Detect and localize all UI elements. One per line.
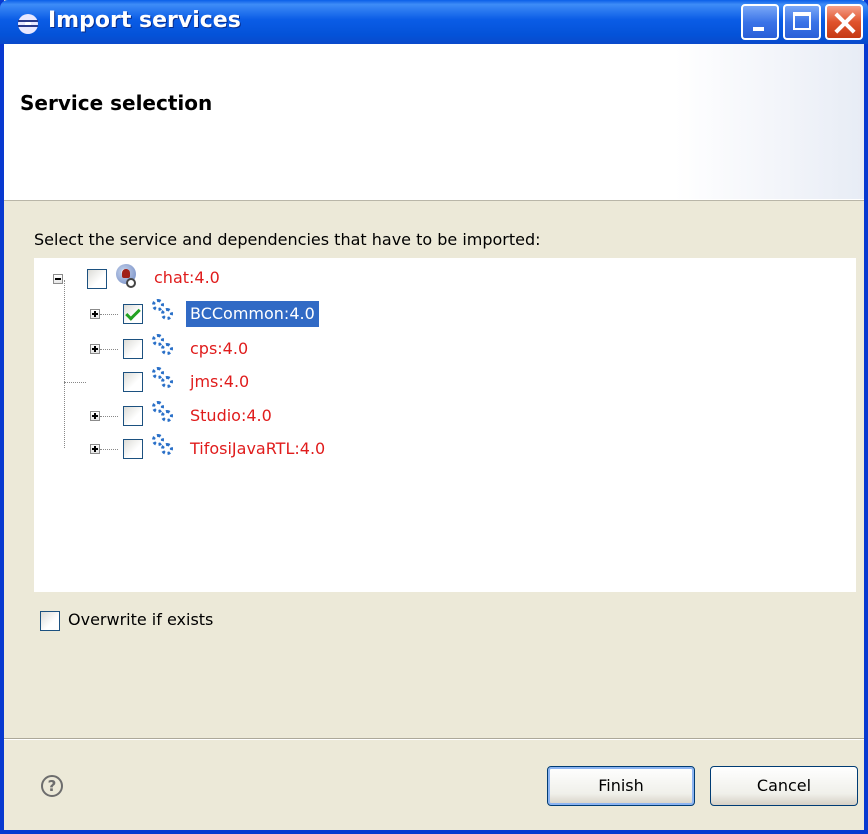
- tree-checkbox-bccommon[interactable]: [123, 304, 143, 324]
- maximize-button[interactable]: [783, 4, 821, 40]
- tree-label-tifosijavartl[interactable]: TifosiJavaRTL:4.0: [190, 436, 325, 462]
- close-button[interactable]: [825, 4, 863, 40]
- service-tree[interactable]: chat:4.0 BCCommon:4.0 cps:4.0 jms:4.0 St…: [34, 258, 856, 592]
- footer-divider-highlight: [4, 739, 864, 740]
- gears-icon: [150, 298, 174, 322]
- page-title: Service selection: [20, 91, 213, 115]
- tree-connector: [100, 416, 118, 418]
- gears-icon: [150, 433, 174, 457]
- title-bar[interactable]: Import services: [0, 0, 868, 44]
- finish-button[interactable]: Finish: [547, 766, 695, 806]
- collapse-toggle[interactable]: [53, 274, 63, 284]
- tree-connector: [100, 314, 118, 316]
- tree-checkbox-tifosijavartl[interactable]: [123, 439, 143, 459]
- gears-icon: [150, 366, 174, 390]
- wizard-header: Service selection: [4, 44, 864, 201]
- tree-connector: [64, 280, 66, 448]
- expand-toggle[interactable]: [90, 344, 100, 354]
- tree-connector: [100, 449, 118, 451]
- tree-checkbox-jms[interactable]: [123, 372, 143, 392]
- expand-toggle[interactable]: [90, 411, 100, 421]
- overwrite-label[interactable]: Overwrite if exists: [68, 608, 213, 632]
- tree-label-jms[interactable]: jms:4.0: [190, 369, 249, 395]
- gears-icon: [150, 400, 174, 424]
- overwrite-checkbox[interactable]: [40, 611, 60, 631]
- window-title: Import services: [48, 8, 241, 33]
- instruction-text: Select the service and dependencies that…: [34, 230, 541, 249]
- tree-checkbox-studio[interactable]: [123, 406, 143, 426]
- tree-checkbox-chat[interactable]: [87, 269, 107, 289]
- help-icon[interactable]: ?: [41, 775, 63, 797]
- tree-connector: [100, 349, 118, 351]
- tree-label-cps[interactable]: cps:4.0: [190, 336, 248, 362]
- expand-toggle[interactable]: [90, 309, 100, 319]
- tree-label-bccommon[interactable]: BCCommon:4.0: [185, 300, 320, 328]
- import-services-dialog: Import services Service selection Select…: [0, 0, 868, 834]
- tree-checkbox-cps[interactable]: [123, 339, 143, 359]
- cancel-button[interactable]: Cancel: [710, 766, 858, 806]
- web-service-icon: [114, 264, 138, 288]
- tree-connector: [64, 382, 86, 384]
- expand-toggle[interactable]: [90, 444, 100, 454]
- tree-label-chat[interactable]: chat:4.0: [154, 265, 220, 291]
- eclipse-icon: [18, 14, 38, 34]
- gears-icon: [150, 333, 174, 357]
- header-divider: [4, 199, 864, 200]
- minimize-button[interactable]: [741, 4, 779, 40]
- tree-label-studio[interactable]: Studio:4.0: [190, 403, 272, 429]
